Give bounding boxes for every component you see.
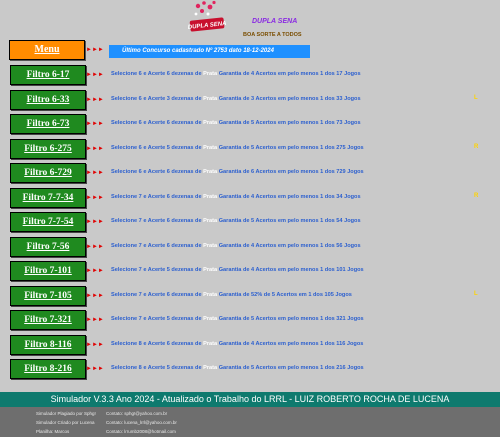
- dupla-sena-logo: DUPLA SENA: [184, 0, 230, 38]
- credit-contact: Contato: lrrumb2008@hotmail.com: [106, 429, 176, 434]
- filter-button[interactable]: Filtro 7-7-54: [10, 212, 86, 232]
- prize-tier-word: Prata: [203, 365, 218, 371]
- description-prefix: Selecione 7 e Acerte 6 dezenas de: [111, 291, 204, 298]
- filter-button[interactable]: Filtro 7-7-34: [10, 187, 86, 208]
- menu-button[interactable]: Menu: [9, 40, 85, 60]
- filter-description: Selecione 6 e Acerte 6 dezenas de Prata …: [111, 120, 361, 126]
- credit-author: Simulador Plagiado por Sphg!: [36, 411, 96, 416]
- prize-tier-word: Prata: [203, 144, 218, 151]
- prize-tier-word: Prata: [203, 242, 218, 249]
- filter-description: Selecione 6 e Acerte 3 dezenas de Prata …: [111, 96, 361, 102]
- prize-tier-word: Prata: [203, 193, 218, 200]
- description-guarantee: Garantia de 5 Acertos em pelo menos 1 do…: [217, 365, 364, 371]
- arrow-right-icon: ►►►: [86, 170, 104, 176]
- prize-tier-word: Prata: [203, 267, 218, 273]
- arrow-right-icon: ►►►: [86, 366, 104, 372]
- filter-description: Selecione 7 e Acerte 6 dezenas de Prata …: [111, 243, 361, 249]
- description-prefix: Selecione 6 e Acerte 5 dezenas de: [111, 144, 204, 151]
- credit-contact: Contato: lucena_lrrl@yahoo.com.br: [106, 420, 177, 425]
- prize-tier-word: Prata: [203, 71, 218, 77]
- description-guarantee: Garantia de 3 Acertos em pelo menos 1 do…: [217, 95, 361, 102]
- row-marker: L: [474, 290, 478, 297]
- filter-button[interactable]: Filtro 6-275: [10, 138, 86, 159]
- filter-button[interactable]: Filtro 7-105: [10, 285, 86, 306]
- arrow-right-icon: ►►►: [86, 341, 104, 348]
- description-guarantee: Garantia de 4 Acertos em pelo menos 1 do…: [217, 242, 361, 249]
- row-marker: R: [474, 143, 479, 150]
- prize-tier-word: Prata: [203, 316, 218, 322]
- description-prefix: Selecione 6 e Acerte 6 dezenas de: [111, 120, 204, 126]
- description-guarantee: Garantia de 5 Acertos em pelo menos 1 do…: [217, 316, 364, 322]
- filter-button[interactable]: Filtro 7-321: [10, 310, 86, 330]
- description-prefix: Selecione 7 e Acerte 6 dezenas de: [111, 193, 204, 200]
- description-guarantee: Garantia de 5 Acertos em pelo menos 1 do…: [217, 218, 361, 224]
- description-prefix: Selecione 8 e Acerte 6 dezenas de: [111, 340, 204, 347]
- arrow-right-icon: ►►►: [86, 47, 104, 53]
- description-prefix: Selecione 7 e Acerte 6 dezenas de: [111, 218, 204, 224]
- filter-description: Selecione 7 e Acerte 5 dezenas de Prata …: [111, 267, 364, 273]
- arrow-right-icon: ►►►: [86, 219, 104, 225]
- description-guarantee: Garantia de 4 Acertos em pelo menos 1 do…: [217, 71, 361, 77]
- footer-title: Simulador V.3.3 Ano 2024 - Atualizado o …: [0, 392, 500, 407]
- filter-button[interactable]: Filtro 7-101: [10, 261, 86, 281]
- description-prefix: Selecione 7 e Acerte 6 dezenas de: [111, 242, 204, 249]
- arrow-right-icon: ►►►: [86, 268, 104, 274]
- prize-tier-word: Prata: [203, 169, 218, 175]
- prize-tier-word: Prata: [203, 340, 218, 347]
- arrow-right-icon: ►►►: [86, 72, 104, 78]
- arrow-right-icon: ►►►: [86, 145, 104, 152]
- filter-button[interactable]: Filtro 6-729: [10, 163, 86, 183]
- credit-contact: Contato: sphg!@yahoo.com.br: [106, 411, 168, 416]
- prize-tier-word: Prata: [203, 120, 218, 126]
- arrow-right-icon: ►►►: [86, 292, 104, 299]
- description-guarantee: Garantia de 5 Acertos em pelo menos 1 do…: [217, 144, 364, 151]
- description-prefix: Selecione 6 e Acerte 6 dezenas de: [111, 169, 204, 175]
- description-prefix: Selecione 6 e Acerte 6 dezenas de: [111, 71, 204, 77]
- filter-button[interactable]: Filtro 8-216: [10, 359, 86, 379]
- description-prefix: Selecione 8 e Acerte 5 dezenas de: [111, 365, 204, 371]
- filter-description: Selecione 6 e Acerte 6 dezenas de Prata …: [111, 169, 364, 175]
- filter-button[interactable]: Filtro 6-17: [10, 65, 86, 85]
- last-contest-banner: Último Concurso cadastrado Nº 2753 dato …: [109, 45, 310, 58]
- prize-tier-word: Prata: [203, 95, 218, 102]
- app-subtitle: BOA SORTE A TODOS: [243, 32, 302, 38]
- credit-author: Planilha: Marcos: [36, 429, 70, 434]
- credit-author: Simulador Criado por Lucena: [36, 420, 95, 425]
- filter-description: Selecione 6 e Acerte 5 dezenas de Prata …: [111, 145, 364, 151]
- filter-button[interactable]: Filtro 6-33: [10, 89, 86, 110]
- filter-description: Selecione 7 e Acerte 5 dezenas de Prata …: [111, 316, 364, 322]
- description-guarantee: Garantia de 52% de 5 Acertos em 1 dos 10…: [217, 291, 352, 298]
- arrow-right-icon: ►►►: [86, 121, 104, 127]
- filter-button[interactable]: Filtro 7-56: [10, 236, 86, 257]
- description-prefix: Selecione 7 e Acerte 5 dezenas de: [111, 316, 204, 322]
- filter-description: Selecione 7 e Acerte 6 dezenas de Prata …: [111, 194, 361, 200]
- prize-tier-word: Prata: [203, 218, 218, 224]
- filter-button[interactable]: Filtro 8-116: [10, 334, 86, 355]
- description-guarantee: Garantia de 4 Acertos em pelo menos 1 do…: [217, 340, 364, 347]
- description-guarantee: Garantia de 4 Acertos em pelo menos 1 do…: [217, 193, 361, 200]
- row-marker: R: [474, 192, 479, 199]
- row-marker: L: [474, 94, 478, 101]
- app-title: DUPLA SENA: [252, 18, 298, 25]
- arrow-right-icon: ►►►: [86, 317, 104, 323]
- arrow-right-icon: ►►►: [86, 243, 104, 250]
- filter-description: Selecione 8 e Acerte 5 dezenas de Prata …: [111, 365, 364, 371]
- arrow-right-icon: ►►►: [86, 194, 104, 201]
- description-prefix: Selecione 6 e Acerte 3 dezenas de: [111, 95, 204, 102]
- prize-tier-word: Prata: [203, 291, 218, 298]
- filter-description: Selecione 6 e Acerte 6 dezenas de Prata …: [111, 71, 361, 77]
- description-prefix: Selecione 7 e Acerte 5 dezenas de: [111, 267, 204, 273]
- arrow-right-icon: ►►►: [86, 96, 104, 103]
- description-guarantee: Garantia de 6 Acertos em pelo menos 1 do…: [217, 169, 364, 175]
- description-guarantee: Garantia de 5 Acertos em pelo menos 1 do…: [217, 120, 361, 126]
- filter-description: Selecione 8 e Acerte 6 dezenas de Prata …: [111, 341, 363, 347]
- filter-button[interactable]: Filtro 6-73: [10, 114, 86, 134]
- description-guarantee: Garantia de 4 Acertos em pelo menos 1 do…: [217, 267, 364, 273]
- filter-description: Selecione 7 e Acerte 6 dezenas de Prata …: [111, 292, 352, 298]
- filter-description: Selecione 7 e Acerte 6 dezenas de Prata …: [111, 218, 361, 224]
